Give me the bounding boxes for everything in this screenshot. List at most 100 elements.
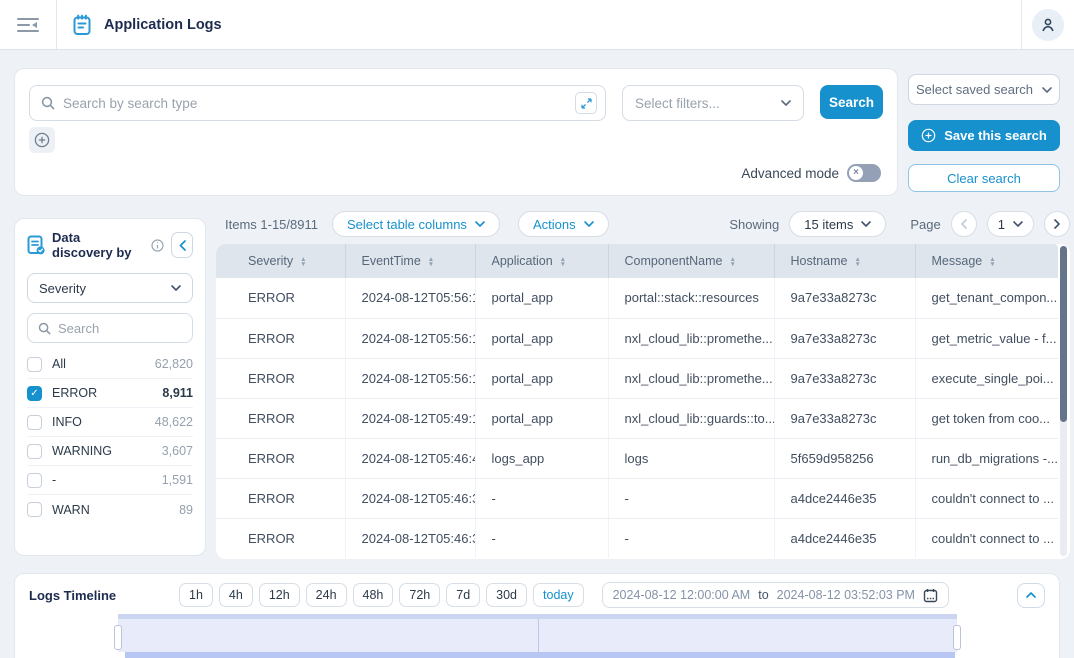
column-header-message[interactable]: Message▲▼	[915, 244, 1058, 278]
menu-collapse-icon	[17, 17, 39, 33]
app-logo-icon	[72, 14, 92, 36]
table-row[interactable]: ERROR2024-08-12T05:56:12.7...portal_appp…	[216, 278, 1058, 318]
range-button-today[interactable]: today	[533, 583, 584, 607]
chevron-down-icon	[475, 221, 485, 227]
brush-midline	[538, 619, 539, 652]
showing-label: Showing	[729, 217, 779, 232]
column-header-componentname[interactable]: ComponentName▲▼	[608, 244, 774, 278]
advanced-mode-label: Advanced mode	[741, 166, 839, 181]
facet-row-dash[interactable]: - 1,591	[27, 466, 193, 495]
add-criteria-button[interactable]	[29, 127, 55, 153]
clear-search-button[interactable]: Clear search	[908, 164, 1060, 192]
brush-handle-right[interactable]	[953, 625, 961, 650]
items-count-label: Items 1-15/8911	[225, 217, 318, 232]
column-header-severity[interactable]: Severity▲▼	[216, 244, 345, 278]
range-button-24h[interactable]: 24h	[306, 583, 347, 607]
chevron-right-icon	[1054, 219, 1060, 229]
table-toolbar: Items 1-15/8911 Select table columns Act…	[216, 210, 1070, 238]
page-size-select[interactable]: 15 items	[789, 211, 886, 237]
toggle-off-knob: ×	[849, 166, 863, 180]
search-section: Select filters... Search Advanced mode ×	[14, 68, 1060, 196]
chevron-left-icon	[961, 219, 967, 229]
table-row[interactable]: ERROR2024-08-12T05:56:12.7...portal_appn…	[216, 318, 1058, 358]
checkbox-checked[interactable]: ✓	[27, 386, 42, 401]
table-header-row: Severity▲▼ EventTime▲▼ Application▲▼ Com…	[216, 244, 1058, 278]
facet-row-warning[interactable]: WARNING 3,607	[27, 437, 193, 466]
plus-circle-icon	[34, 132, 50, 148]
column-header-eventtime[interactable]: EventTime▲▼	[345, 244, 475, 278]
info-icon[interactable]	[151, 239, 164, 252]
facet-row-error[interactable]: ✓ ERROR 8,911	[27, 379, 193, 408]
table-row[interactable]: ERROR2024-08-12T05:46:39.2...--a4dce2446…	[216, 478, 1058, 518]
timeline-title: Logs Timeline	[29, 588, 179, 603]
range-button-1h[interactable]: 1h	[179, 583, 213, 607]
vertical-scrollbar[interactable]	[1060, 246, 1067, 556]
page-label: Page	[910, 217, 940, 232]
advanced-mode-toggle[interactable]: ×	[847, 164, 881, 182]
chevron-down-icon	[584, 221, 594, 227]
range-button-4h[interactable]: 4h	[219, 583, 253, 607]
sort-icon[interactable]: ▲▼	[300, 257, 306, 267]
checkbox-unchecked[interactable]	[27, 415, 42, 430]
column-header-hostname[interactable]: Hostname▲▼	[774, 244, 915, 278]
sort-icon[interactable]: ▲▼	[428, 257, 434, 267]
checkbox-unchecked[interactable]	[27, 473, 42, 488]
filters-placeholder: Select filters...	[635, 96, 720, 111]
search-button[interactable]: Search	[820, 85, 883, 119]
top-bar: Application Logs	[0, 0, 1074, 50]
search-input[interactable]	[63, 96, 567, 111]
filters-select[interactable]: Select filters...	[622, 85, 804, 121]
table-row[interactable]: ERROR2024-08-12T05:56:12.7...portal_appn…	[216, 358, 1058, 398]
chevron-down-icon	[1013, 221, 1023, 227]
sort-icon[interactable]: ▲▼	[854, 257, 860, 267]
facet-row-warn[interactable]: WARN 89	[27, 495, 193, 524]
table-row[interactable]: ERROR2024-08-12T05:46:39.2...--a4dce2446…	[216, 518, 1058, 558]
timeline-data-bar	[125, 652, 955, 658]
actions-button[interactable]: Actions	[518, 211, 609, 237]
document-check-icon	[27, 235, 45, 255]
sort-icon[interactable]: ▲▼	[729, 257, 735, 267]
table-row[interactable]: ERROR2024-08-12T05:46:41.3...logs_applog…	[216, 438, 1058, 478]
prev-page-button[interactable]	[951, 211, 977, 237]
user-avatar[interactable]	[1032, 9, 1064, 41]
collapse-panel-button[interactable]	[171, 232, 193, 258]
facet-row-all[interactable]: All 62,820	[27, 350, 193, 379]
facet-field-select[interactable]: Severity	[27, 273, 193, 303]
sidebar-toggle-button[interactable]	[0, 0, 56, 49]
checkbox-unchecked[interactable]	[27, 444, 42, 459]
saved-search-select[interactable]: Select saved search	[908, 74, 1060, 105]
logs-timeline-panel: Logs Timeline 1h 4h 12h 24h 48h 72h 7d 3…	[14, 573, 1060, 658]
range-button-30d[interactable]: 30d	[486, 583, 527, 607]
checkbox-unchecked[interactable]	[27, 502, 42, 517]
facet-search-input[interactable]	[58, 321, 182, 336]
timeline-brush-selection[interactable]	[118, 614, 957, 652]
page-number-select[interactable]: 1	[987, 211, 1034, 237]
scrollbar-thumb[interactable]	[1060, 246, 1067, 422]
table-row[interactable]: ERROR2024-08-12T05:49:12.8...portal_appn…	[216, 398, 1058, 438]
date-range-picker[interactable]: 2024-08-12 12:00:00 AM to 2024-08-12 03:…	[602, 582, 949, 608]
range-button-48h[interactable]: 48h	[353, 583, 394, 607]
range-button-12h[interactable]: 12h	[259, 583, 300, 607]
chevron-up-icon	[1026, 592, 1036, 598]
chevron-down-icon	[1042, 87, 1052, 93]
next-page-button[interactable]	[1044, 211, 1070, 237]
header-divider	[56, 0, 57, 49]
chevron-down-icon	[781, 100, 791, 106]
facet-field-value: Severity	[39, 281, 86, 296]
chevron-down-icon	[861, 221, 871, 227]
sort-icon[interactable]: ▲▼	[560, 257, 566, 267]
collapse-timeline-button[interactable]	[1017, 583, 1045, 608]
expand-search-icon[interactable]	[575, 92, 597, 114]
column-header-application[interactable]: Application▲▼	[475, 244, 608, 278]
range-button-72h[interactable]: 72h	[399, 583, 440, 607]
checkbox-unchecked[interactable]	[27, 357, 42, 372]
date-to-value: 2024-08-12 03:52:03 PM	[777, 588, 915, 602]
facet-row-info[interactable]: INFO 48,622	[27, 408, 193, 437]
logs-table: Severity▲▼ EventTime▲▼ Application▲▼ Com…	[216, 244, 1070, 559]
brush-handle-left[interactable]	[114, 625, 122, 650]
save-search-button[interactable]: Save this search	[908, 120, 1060, 151]
search-icon	[38, 322, 51, 335]
sort-icon[interactable]: ▲▼	[989, 257, 995, 267]
select-columns-button[interactable]: Select table columns	[332, 211, 500, 237]
range-button-7d[interactable]: 7d	[446, 583, 480, 607]
